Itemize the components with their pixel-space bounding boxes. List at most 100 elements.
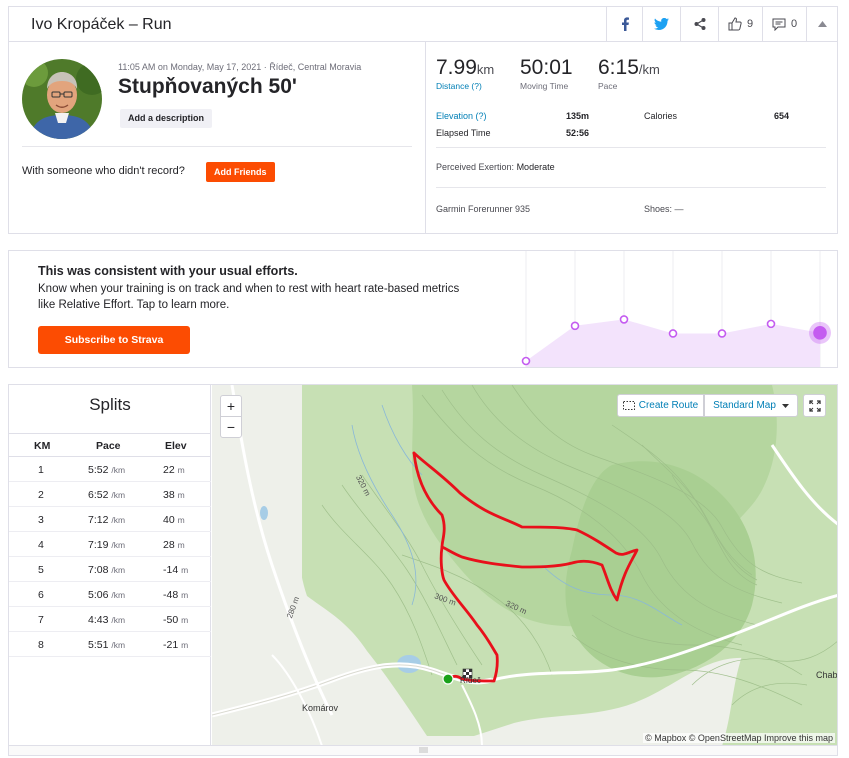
splits-header-pace: Pace bbox=[96, 440, 121, 452]
kudos-button[interactable]: 9 bbox=[718, 7, 762, 41]
comments-count: 0 bbox=[790, 18, 798, 30]
map-style-label: Standard Map bbox=[713, 400, 776, 411]
subscribe-button[interactable]: Subscribe to Strava bbox=[38, 326, 190, 354]
pace-value: 6:15 bbox=[598, 56, 639, 79]
split-elev: 40 m bbox=[163, 514, 185, 526]
trend-point bbox=[521, 356, 531, 366]
create-route-button[interactable]: Create Route bbox=[617, 394, 704, 417]
split-elev: -48 m bbox=[163, 589, 188, 601]
twitter-share-button[interactable] bbox=[642, 7, 680, 41]
activity-stats: 7.99km Distance (?) 50:01 Moving Time 6:… bbox=[425, 42, 838, 233]
split-elev: 38 m bbox=[163, 489, 185, 501]
split-km: 6 bbox=[38, 589, 44, 601]
splits-header-row: KM Pace Elev bbox=[9, 433, 211, 457]
comments-button[interactable]: 0 bbox=[762, 7, 806, 41]
resize-handle[interactable] bbox=[8, 746, 838, 756]
split-pace-unit: /km bbox=[111, 590, 126, 600]
elevation-label[interactable]: Elevation (?) bbox=[436, 111, 487, 121]
splits-header-elev: Elev bbox=[165, 440, 187, 452]
split-pace-value: 7:08 bbox=[88, 564, 109, 576]
stat-moving-time: 50:01 Moving Time bbox=[520, 56, 573, 91]
trend-point bbox=[766, 319, 776, 329]
splits-table: Splits KM Pace Elev 1 5:52 /km 22 m 2 6:52 /… bbox=[9, 385, 211, 745]
shoes-value: — bbox=[674, 204, 684, 214]
route-map[interactable]: 320 m 280 m 300 m 320 m Komárov Řídeč Ch… bbox=[212, 385, 838, 746]
split-pace-value: 4:43 bbox=[88, 614, 109, 626]
trend-point bbox=[570, 321, 580, 331]
activity-details-card: 11:05 AM on Monday, May 17, 2021 · Řídeč… bbox=[8, 42, 838, 234]
split-elev-unit: m bbox=[181, 565, 189, 575]
pond bbox=[260, 506, 268, 520]
split-elev-unit: m bbox=[177, 515, 185, 525]
split-elev-value: 38 bbox=[163, 489, 175, 501]
zoom-in-button[interactable]: + bbox=[220, 395, 242, 417]
trend-point bbox=[668, 329, 678, 338]
map-canvas[interactable] bbox=[212, 385, 838, 746]
split-pace: 5:52 /km bbox=[88, 464, 125, 476]
distance-value: 7.99 bbox=[436, 56, 477, 79]
activity-name: Stupňovaných 50' bbox=[118, 75, 297, 98]
fullscreen-button[interactable] bbox=[803, 394, 826, 417]
effort-trend-chart bbox=[521, 251, 831, 367]
divider bbox=[22, 146, 412, 147]
split-pace: 4:43 /km bbox=[88, 614, 125, 626]
zoom-out-button[interactable]: − bbox=[220, 416, 242, 438]
chevron-down-icon bbox=[781, 403, 789, 408]
calories-label: Calories bbox=[644, 111, 678, 121]
activity-meta: 11:05 AM on Monday, May 17, 2021 · Řídeč… bbox=[118, 62, 362, 72]
avatar[interactable] bbox=[22, 59, 102, 139]
split-elev: 28 m bbox=[163, 539, 185, 551]
facebook-icon bbox=[621, 17, 629, 31]
split-pace-value: 7:19 bbox=[88, 539, 109, 551]
trend-point bbox=[619, 315, 629, 324]
shoes-info: Shoes: — bbox=[644, 204, 684, 214]
split-elev-value: 40 bbox=[163, 514, 175, 526]
split-elev-unit: m bbox=[181, 590, 189, 600]
page-title: Ivo Kropáček – Run bbox=[31, 16, 172, 33]
split-km: 1 bbox=[38, 464, 44, 476]
split-elev-value: -48 bbox=[163, 589, 179, 601]
thumbs-up-icon bbox=[728, 17, 742, 31]
place-label-edge-town: Chabi bbox=[816, 670, 838, 680]
start-marker bbox=[442, 673, 454, 685]
split-pace-unit: /km bbox=[111, 540, 126, 550]
add-description-button[interactable]: Add a description bbox=[120, 109, 213, 128]
split-elev-value: -21 bbox=[163, 639, 179, 651]
split-elev: -14 m bbox=[163, 564, 188, 576]
split-elev-unit: m bbox=[181, 640, 189, 650]
exertion-value: Moderate bbox=[516, 162, 555, 172]
split-pace-value: 5:51 bbox=[88, 639, 109, 651]
route-icon bbox=[622, 401, 635, 410]
trend-point bbox=[813, 326, 827, 340]
facebook-share-button[interactable] bbox=[606, 7, 642, 41]
relative-effort-upsell[interactable]: This was consistent with your usual effo… bbox=[8, 250, 838, 368]
map-style-dropdown[interactable]: Standard Map bbox=[704, 394, 798, 417]
split-km: 4 bbox=[38, 539, 44, 551]
elevation-value: 135m bbox=[566, 111, 590, 121]
splits-map-card: Splits KM Pace Elev 1 5:52 /km 22 m 2 6:52 /… bbox=[8, 384, 838, 746]
place-label-village: Komárov bbox=[302, 703, 339, 713]
calories-value: 654 bbox=[774, 111, 790, 121]
divider bbox=[436, 147, 826, 148]
comment-icon bbox=[772, 18, 786, 31]
collapse-button[interactable] bbox=[806, 7, 838, 41]
map-attribution[interactable]: © Mapbox © OpenStreetMap Improve this ma… bbox=[643, 733, 835, 743]
upsell-body: Know when your training is on track and … bbox=[38, 283, 460, 311]
split-elev-value: 28 bbox=[163, 539, 175, 551]
split-row: 1 5:52 /km 22 m bbox=[9, 457, 211, 482]
kudos-count: 9 bbox=[746, 18, 754, 30]
perceived-exertion: Perceived Exertion: Moderate bbox=[436, 162, 555, 172]
split-pace: 6:52 /km bbox=[88, 489, 125, 501]
drag-handle-icon bbox=[419, 747, 428, 753]
share-button[interactable] bbox=[680, 7, 718, 41]
split-elev-unit: m bbox=[177, 540, 185, 550]
distance-label[interactable]: Distance (?) bbox=[436, 81, 494, 91]
pace-label: Pace bbox=[598, 81, 618, 91]
stat-pace: 6:15/km Pace bbox=[598, 56, 660, 91]
split-pace: 7:08 /km bbox=[88, 564, 125, 576]
add-friends-button[interactable]: Add Friends bbox=[206, 162, 275, 182]
split-row: 8 5:51 /km -21 m bbox=[9, 632, 211, 657]
split-km: 7 bbox=[38, 614, 44, 626]
split-pace: 7:19 /km bbox=[88, 539, 125, 551]
pace-unit: /km bbox=[638, 62, 660, 77]
